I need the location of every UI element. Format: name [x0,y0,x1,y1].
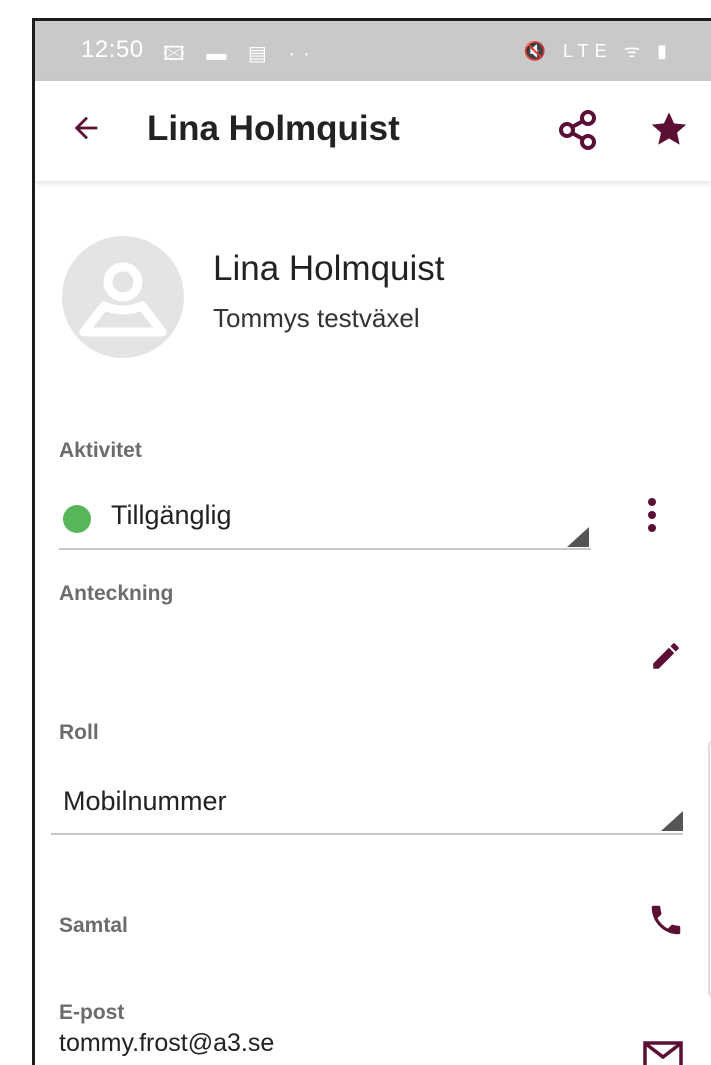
activity-underline [59,548,591,550]
role-label: Roll [59,721,99,744]
screenshot-border-left [0,0,32,1065]
dropdown-arrow-icon[interactable] [567,527,589,547]
phone-icon[interactable] [647,901,685,944]
person-icon [79,262,167,337]
system-icons: 🔇 LTE ᯤ ▮ [523,41,673,61]
note-label: Anteckning [59,582,174,605]
email-value[interactable]: tommy.frost@a3.se [59,1029,274,1058]
call-label: Samtal [59,914,128,937]
role-select[interactable]: Mobilnummer [63,786,227,817]
edit-icon[interactable] [649,639,683,678]
activity-select[interactable]: Tillgänglig [111,500,232,531]
status-bar: 12:50 🖾 ▬ ▤ ·· 🔇 LTE ᯤ ▮ [35,21,711,81]
app-bar: Lina Holmquist [35,81,711,181]
star-icon[interactable] [648,108,690,155]
email-label: E-post [59,1001,125,1024]
screenshot-border-top [32,0,711,18]
more-vert-icon[interactable] [646,497,658,538]
share-icon[interactable] [557,109,599,156]
mail-icon[interactable] [643,1041,683,1065]
status-time: 12:50 [81,36,144,63]
status-dot [63,505,91,533]
page-title: Lina Holmquist [147,109,400,148]
role-underline [51,833,683,835]
arrow-left-icon[interactable] [69,111,103,150]
dropdown-arrow-icon[interactable] [661,811,683,831]
contact-name: Lina Holmquist [213,249,445,288]
contact-company: Tommys testväxel [213,303,420,333]
activity-label: Aktivitet [59,439,142,462]
avatar [62,236,184,358]
phone-screen: 12:50 🖾 ▬ ▤ ·· 🔇 LTE ᯤ ▮ Lina Holmquist [32,18,711,1065]
notification-icons: 🖾 ▬ ▤ ·· [163,43,318,65]
